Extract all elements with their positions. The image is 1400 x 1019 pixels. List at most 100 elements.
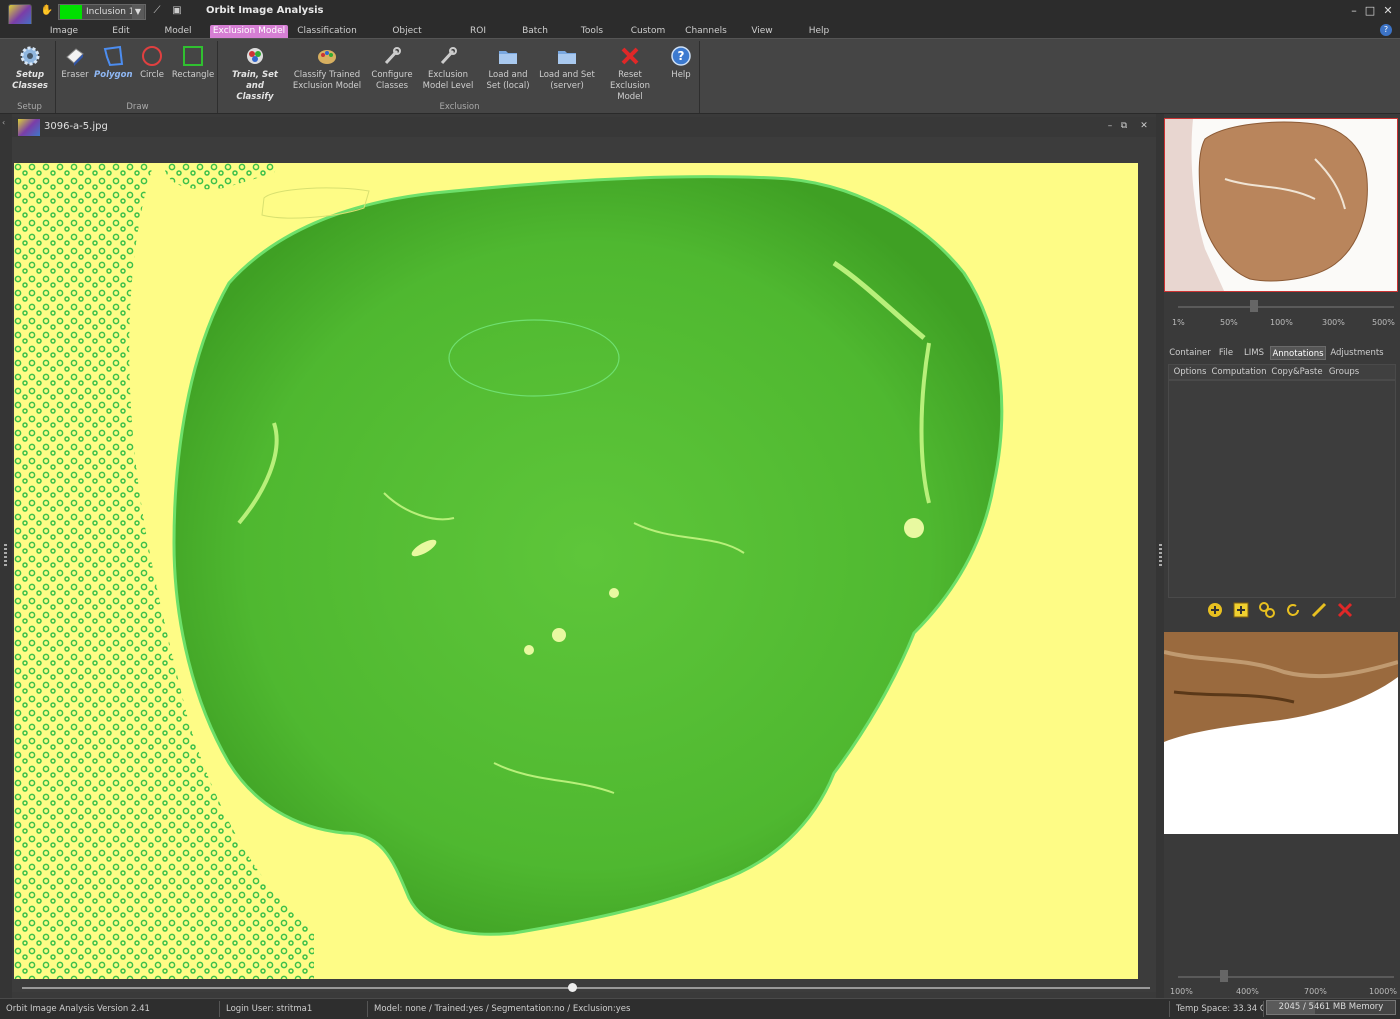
status-model: Model: none / Trained:yes / Segmentation… xyxy=(370,1001,1170,1017)
hand-tool-icon[interactable]: ✋ xyxy=(40,4,54,18)
load-and-set-server-button[interactable]: Load and Set (server) xyxy=(538,43,596,92)
tab-model[interactable]: Model xyxy=(158,25,198,38)
tab-channels[interactable]: Channels xyxy=(682,25,730,38)
screenshot-icon[interactable]: ▣ xyxy=(170,4,184,18)
load-server-label: Load and Set (server) xyxy=(539,70,595,91)
tab-object-detection[interactable]: Object Detection xyxy=(370,25,444,49)
train-set-classify-label: Train, Set and Classify xyxy=(232,70,278,102)
detail-zoom-track[interactable] xyxy=(1178,976,1394,978)
document-tab[interactable]: 3096-a-5.jpg – ⧉ ✕ xyxy=(12,117,1156,137)
eraser-icon xyxy=(64,45,86,67)
help-icon: ? xyxy=(670,45,692,67)
minimize-icon[interactable]: – xyxy=(1104,120,1116,132)
splitter-grip-icon[interactable] xyxy=(1159,544,1162,566)
maximize-icon[interactable]: □ xyxy=(1362,4,1378,18)
polygon-button[interactable]: Polygon xyxy=(94,43,133,81)
class-selector[interactable]: Inclusion 1 ▼ xyxy=(58,4,146,20)
classify-trained-label: Classify Trained Exclusion Model xyxy=(292,70,362,91)
collapse-left-icon[interactable]: ‹ xyxy=(2,118,10,127)
tab-help[interactable]: Help xyxy=(804,25,834,38)
reset-exclusion-model-button[interactable]: Reset Exclusion Model xyxy=(598,43,662,103)
configure-classes-button[interactable]: Configure Classes xyxy=(366,43,418,92)
configure-classes-label: Configure Classes xyxy=(371,70,413,91)
zoom-slider-track[interactable] xyxy=(22,987,1150,989)
load-and-set-local-button[interactable]: Load and Set (local) xyxy=(480,43,536,92)
tab-container[interactable]: Container xyxy=(1168,346,1212,360)
document-title: 3096-a-5.jpg xyxy=(44,121,108,132)
splitter-grip-icon[interactable] xyxy=(4,544,7,566)
import-annotation-icon[interactable] xyxy=(1206,601,1224,619)
detail-zoom-knob[interactable] xyxy=(1220,970,1228,982)
tab-roi[interactable]: ROI xyxy=(464,25,492,38)
memory-text: 2045 / 5461 MB Memory xyxy=(1278,1002,1384,1012)
image-viewer[interactable] xyxy=(14,163,1138,979)
train-set-classify-button[interactable]: Train, Set and Classify xyxy=(222,43,288,103)
overview-image xyxy=(1165,119,1397,291)
overview-zoom-knob[interactable] xyxy=(1250,300,1258,312)
close-icon[interactable]: ✕ xyxy=(1380,4,1396,18)
minimize-icon[interactable]: – xyxy=(1346,4,1362,18)
overview-zoom-track[interactable] xyxy=(1178,306,1394,308)
help-icon[interactable]: ? xyxy=(1380,24,1392,36)
overview-zoom-label: 500% xyxy=(1372,318,1395,327)
rectangle-icon xyxy=(182,45,204,67)
classify-trained-exclusion-model-button[interactable]: Classify Trained Exclusion Model xyxy=(292,43,362,92)
polygon-icon xyxy=(102,45,124,67)
close-icon[interactable]: ✕ xyxy=(1138,120,1150,132)
overview-thumbnail[interactable] xyxy=(1164,118,1398,292)
help-button[interactable]: ? Help xyxy=(666,43,696,81)
detail-viewer[interactable] xyxy=(1164,632,1398,834)
restore-icon[interactable]: ⧉ xyxy=(1118,120,1130,132)
tab-annotations[interactable]: Annotations xyxy=(1270,346,1326,360)
tab-tools[interactable]: Tools xyxy=(576,25,608,38)
pipette-icon[interactable]: ⟋ xyxy=(150,4,164,18)
classification-overlay xyxy=(14,163,1138,979)
tab-options[interactable]: Options xyxy=(1171,365,1209,379)
pencil-icon[interactable] xyxy=(1310,601,1328,619)
tab-file[interactable]: File xyxy=(1214,346,1238,360)
tab-custom[interactable]: Custom xyxy=(628,25,668,38)
link-annotation-icon[interactable] xyxy=(1258,601,1276,619)
right-splitter[interactable] xyxy=(1156,114,1164,998)
setup-classes-button[interactable]: Setup Classes xyxy=(6,43,54,92)
rectangle-button[interactable]: Rectangle xyxy=(170,43,216,81)
tab-batch[interactable]: Batch xyxy=(518,25,552,38)
zoom-slider-knob[interactable] xyxy=(568,983,577,992)
exclusion-model-level-button[interactable]: Exclusion Model Level xyxy=(420,43,476,92)
overview-zoom-label: 50% xyxy=(1220,318,1238,327)
tab-computation[interactable]: Computation xyxy=(1211,365,1267,379)
delete-icon[interactable] xyxy=(1336,601,1354,619)
add-annotation-icon[interactable] xyxy=(1232,601,1250,619)
ribbon-group-draw: Eraser Polygon Circle Rectangle Draw xyxy=(58,41,218,113)
tab-view[interactable]: View xyxy=(748,25,776,38)
detail-zoom-label: 700% xyxy=(1304,987,1327,996)
tab-groups[interactable]: Groups xyxy=(1327,365,1361,379)
tab-edit[interactable]: Edit xyxy=(104,25,138,38)
reset-exclusion-label: Reset Exclusion Model xyxy=(609,70,651,102)
tab-exclusion-model[interactable]: Exclusion Model xyxy=(210,25,288,38)
tab-copy-paste[interactable]: Copy&Paste xyxy=(1271,365,1323,379)
eraser-button[interactable]: Eraser xyxy=(60,43,90,81)
tab-classification[interactable]: Classification xyxy=(296,25,358,38)
annotation-list[interactable] xyxy=(1168,380,1396,598)
annotation-subtabs: Options Computation Copy&Paste Groups xyxy=(1168,364,1396,380)
eraser-label: Eraser xyxy=(61,70,89,80)
detail-image xyxy=(1164,632,1398,834)
refresh-annotation-icon[interactable] xyxy=(1284,601,1302,619)
ribbon-group-setup: Setup Classes Setup xyxy=(4,41,56,113)
tab-adjustments[interactable]: Adjustments xyxy=(1328,346,1386,360)
ribbon: Setup Classes Setup Eraser Polygon Circl… xyxy=(0,38,1400,114)
annotation-toolbar xyxy=(1168,598,1396,624)
folder-icon xyxy=(556,45,578,67)
palette-icon xyxy=(316,45,338,67)
rectangle-label: Rectangle xyxy=(171,70,215,80)
help-label: Help xyxy=(671,70,691,80)
circle-button[interactable]: Circle xyxy=(136,43,168,81)
gear-icon xyxy=(19,45,41,67)
left-splitter[interactable]: ‹ xyxy=(0,114,12,998)
tab-image[interactable]: Image xyxy=(44,25,84,38)
tab-lims[interactable]: LIMS xyxy=(1240,346,1268,360)
detail-zoom-label: 1000% xyxy=(1369,987,1397,996)
svg-text:?: ? xyxy=(678,49,685,63)
chevron-down-icon[interactable]: ▼ xyxy=(132,5,144,19)
